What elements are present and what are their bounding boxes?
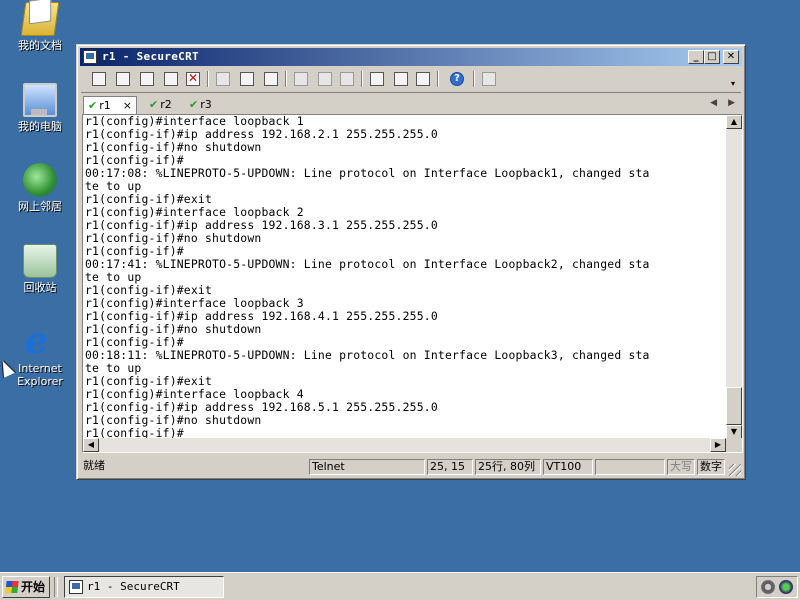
- tab-label: r2: [160, 98, 172, 111]
- tab-close-icon[interactable]: ×: [123, 99, 132, 112]
- toolbar-separator: [361, 71, 363, 87]
- toolbar-separator: [207, 71, 209, 87]
- app-icon[interactable]: [83, 50, 97, 64]
- tab-r3[interactable]: ✔ r3: [189, 96, 212, 114]
- desktop-icon-recycle-bin[interactable]: 回收站: [2, 244, 78, 294]
- tab-scroll-right-icon[interactable]: ▶: [728, 98, 735, 108]
- maximize-button[interactable]: □: [704, 50, 720, 64]
- scroll-left-icon[interactable]: ◀: [83, 438, 99, 452]
- disconnect-icon[interactable]: [183, 70, 203, 88]
- desktop-icon-label: 网上邻居: [18, 200, 62, 213]
- quick-connect-icon[interactable]: [113, 70, 133, 88]
- keymap-icon[interactable]: [413, 70, 433, 88]
- taskbar: 开始 r1 - SecureCRT: [0, 572, 800, 600]
- toolbar-separator: [285, 71, 287, 87]
- desktop-icon-label: 我的文档: [18, 39, 62, 52]
- taskbar-button-label: r1 - SecureCRT: [87, 580, 180, 593]
- help-icon[interactable]: ?: [447, 70, 467, 88]
- session-options-icon[interactable]: [367, 70, 387, 88]
- desktop-icon-label: Internet Explorer: [17, 362, 63, 388]
- status-protocol: Telnet: [309, 459, 425, 475]
- desktop-icon-my-documents[interactable]: 我的文档: [2, 2, 78, 52]
- network-tray-icon[interactable]: [779, 580, 793, 594]
- tab-label: r1: [99, 99, 111, 112]
- tile-icon[interactable]: [479, 70, 499, 88]
- window-title: r1 - SecureCRT: [102, 50, 199, 63]
- tab-label: r3: [200, 98, 212, 111]
- vertical-scroll-thumb[interactable]: [726, 387, 742, 425]
- tab-scroll-left-icon[interactable]: ◀: [710, 98, 717, 108]
- start-label: 开始: [21, 580, 46, 594]
- global-options-icon[interactable]: [391, 70, 411, 88]
- status-cursor-position: 25, 15: [427, 459, 473, 475]
- vertical-scrollbar[interactable]: ▲ ▼: [726, 115, 742, 439]
- tab-r2[interactable]: ✔ r2: [149, 96, 172, 114]
- resize-grip[interactable]: [729, 464, 741, 476]
- terminal-line: 00:18:11: %LINEPROTO-5-UPDOWN: Line prot…: [85, 348, 650, 362]
- status-num-lock: 数字: [697, 459, 725, 475]
- printer-icon[interactable]: [337, 70, 357, 88]
- start-button[interactable]: 开始: [2, 576, 50, 598]
- status-rows-cols: 25行, 80列: [475, 459, 541, 475]
- status-empty: [595, 459, 665, 475]
- desktop-icon-network-places[interactable]: 网上邻居: [2, 163, 78, 213]
- toolbar-separator: [437, 71, 439, 87]
- tab-r1[interactable]: ✔ r1 ×: [83, 96, 137, 114]
- status-ready: 就绪: [83, 459, 105, 472]
- minimize-button[interactable]: _: [688, 50, 704, 64]
- my-computer-icon: [23, 83, 57, 117]
- connect-icon[interactable]: [89, 70, 109, 88]
- toolbar-dropdown-icon[interactable]: ▾: [731, 79, 739, 88]
- volume-tray-icon[interactable]: [761, 580, 775, 594]
- connect-tab-icon[interactable]: [137, 70, 157, 88]
- copy-icon[interactable]: [213, 70, 233, 88]
- securecrt-window: r1 - SecureCRT _ □ ✕ ? ▾ ✔r1× ✔r2: [76, 44, 746, 480]
- connected-check-icon: ✔: [149, 98, 159, 111]
- toolbar: ? ▾: [81, 67, 741, 93]
- status-bar: 就绪 Telnet 25, 15 25行, 80列 VT100 大写 数字: [81, 458, 741, 476]
- internet-explorer-icon: e: [25, 320, 48, 362]
- desktop-icon-label: 回收站: [23, 281, 57, 294]
- status-emulation: VT100: [543, 459, 593, 475]
- paste-icon[interactable]: [237, 70, 257, 88]
- terminal-line: 00:17:08: %LINEPROTO-5-UPDOWN: Line prot…: [85, 166, 650, 180]
- desktop-icon-internet-explorer[interactable]: e Internet Explorer: [2, 320, 78, 388]
- desktop-icon-my-computer[interactable]: 我的电脑: [2, 83, 78, 133]
- terminal-pane[interactable]: r1(config)#interface loopback 1 r1(config…: [82, 114, 743, 453]
- securecrt-icon: [69, 580, 83, 594]
- close-button[interactable]: ✕: [723, 50, 739, 64]
- scrollbar-corner: [726, 438, 742, 452]
- recycle-bin-icon: [23, 244, 57, 278]
- my-documents-icon: [20, 2, 60, 36]
- scroll-up-icon[interactable]: ▲: [726, 115, 742, 129]
- scroll-down-icon[interactable]: ▼: [726, 425, 742, 439]
- connected-check-icon: ✔: [88, 99, 98, 112]
- session-tabs: ✔ r1 × ✔ r2 ✔ r3 ◀ ▶: [81, 94, 741, 114]
- reconnect-icon[interactable]: [161, 70, 181, 88]
- terminal-line: 00:17:41: %LINEPROTO-5-UPDOWN: Line prot…: [85, 257, 650, 271]
- desktop-icon-label: 我的电脑: [18, 120, 62, 133]
- print-icon[interactable]: [291, 70, 311, 88]
- network-places-icon: [23, 163, 57, 197]
- print-selection-icon[interactable]: [315, 70, 335, 88]
- connected-check-icon: ✔: [189, 98, 199, 111]
- title-bar[interactable]: r1 - SecureCRT _ □ ✕: [80, 48, 742, 66]
- taskbar-divider: [54, 577, 58, 597]
- scroll-right-icon[interactable]: ▶: [710, 438, 726, 452]
- find-icon[interactable]: [261, 70, 281, 88]
- windows-logo-icon: [5, 581, 19, 593]
- terminal-output[interactable]: r1(config)#interface loopback 1 r1(config…: [85, 115, 724, 439]
- system-tray: [756, 576, 798, 598]
- status-caps-lock: 大写: [667, 459, 695, 475]
- horizontal-scrollbar[interactable]: ◀ ▶: [83, 438, 726, 452]
- toolbar-separator: [473, 71, 475, 87]
- taskbar-button-securecrt[interactable]: r1 - SecureCRT: [64, 576, 224, 598]
